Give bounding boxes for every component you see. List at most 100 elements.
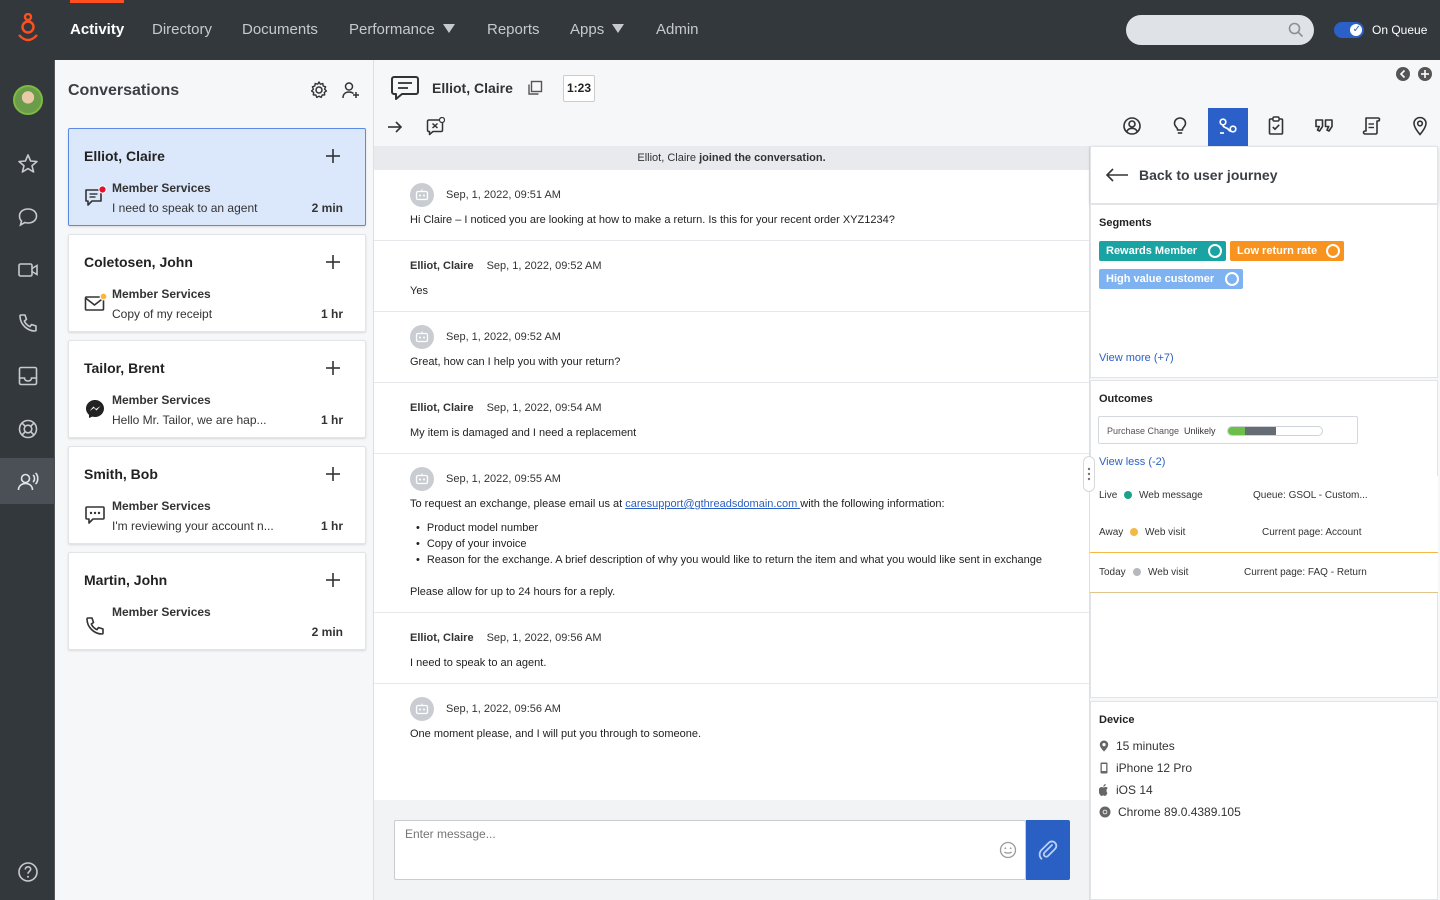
star-icon[interactable] xyxy=(16,152,40,176)
conversation-preview: I need to speak to an agent xyxy=(112,201,258,215)
message-text-post: with the following information: xyxy=(800,498,945,510)
chat-icon xyxy=(391,76,419,100)
plus-icon[interactable] xyxy=(324,571,342,589)
message-time: Sep, 1, 2022, 09:56 AM xyxy=(486,632,602,644)
journey-spacer xyxy=(1090,594,1438,698)
email-link[interactable]: caresupport@gthreadsdomain.com xyxy=(625,498,800,510)
attach-button[interactable] xyxy=(1026,820,1070,880)
nav-apps[interactable]: Apps xyxy=(570,0,625,60)
nav-activity[interactable]: Activity xyxy=(70,0,125,60)
pie-icon xyxy=(1208,244,1222,258)
message-compose-box[interactable] xyxy=(394,820,1026,880)
add-panel-icon[interactable] xyxy=(1418,67,1432,81)
collapse-left-icon[interactable] xyxy=(1396,67,1410,81)
compose-area xyxy=(374,800,1090,900)
event-detail: Queue: GSOL - Custom... xyxy=(1253,490,1368,501)
bot-avatar-icon xyxy=(410,325,434,349)
tab-clipboard-icon[interactable] xyxy=(1264,114,1288,138)
chat-message: Sep, 1, 2022, 09:56 AM One moment please… xyxy=(374,684,1089,754)
tab-lightbulb-icon[interactable] xyxy=(1168,114,1192,138)
outcome-card[interactable]: Purchase Change Unlikely xyxy=(1098,416,1358,444)
plus-icon[interactable] xyxy=(324,147,342,165)
event-type: Web message xyxy=(1139,490,1203,501)
conversation-card-smith-bob[interactable]: Smith, Bob Member Services I'm reviewing… xyxy=(68,446,366,544)
conversation-time: 1 hr xyxy=(320,307,343,321)
segment-label: Low return rate xyxy=(1237,245,1318,257)
help-icon[interactable] xyxy=(16,860,40,884)
message-time: Sep, 1, 2022, 09:51 AM xyxy=(446,189,561,201)
nav-reports[interactable]: Reports xyxy=(487,0,540,60)
status-dot xyxy=(1130,528,1138,536)
back-to-journey-row[interactable]: Back to user journey xyxy=(1090,146,1438,204)
gear-icon[interactable] xyxy=(309,80,329,100)
plus-icon[interactable] xyxy=(324,359,342,377)
nav-performance[interactable]: Performance xyxy=(349,0,455,60)
chevron-down-icon xyxy=(442,24,455,33)
message-time: Sep, 1, 2022, 09:52 AM xyxy=(486,260,602,272)
tab-script-icon[interactable] xyxy=(1360,114,1384,138)
view-more-link[interactable]: View more (+7) xyxy=(1099,352,1174,364)
back-to-journey-label: Back to user journey xyxy=(1139,167,1278,183)
tab-quote-icon[interactable] xyxy=(1312,114,1336,138)
on-queue-toggle[interactable]: ✓ xyxy=(1334,22,1364,38)
chat-bubble-icon[interactable] xyxy=(16,205,40,229)
nav-directory[interactable]: Directory xyxy=(152,0,212,60)
search-icon[interactable] xyxy=(1288,22,1304,38)
support-icon[interactable] xyxy=(16,417,40,441)
chat-message: Elliot, Claire Sep, 1, 2022, 09:56 AM I n… xyxy=(374,613,1089,684)
nav-documents[interactable]: Documents xyxy=(242,0,318,60)
search-input[interactable] xyxy=(1126,15,1314,45)
genesys-logo-icon[interactable] xyxy=(14,13,42,47)
tab-location-icon[interactable] xyxy=(1408,114,1432,138)
view-less-link[interactable]: View less (-2) xyxy=(1099,456,1165,468)
transfer-arrow-icon[interactable] xyxy=(386,119,404,135)
list-item: Copy of your invoice xyxy=(416,536,1053,552)
message-input[interactable] xyxy=(405,827,985,841)
message-text: Yes xyxy=(410,285,428,297)
device-section: Device 15 minutes iPhone 12 Pro iOS 14 C… xyxy=(1090,701,1438,900)
segment-chip[interactable]: High value customer xyxy=(1099,269,1243,289)
conversation-card-tailor-brent[interactable]: Tailor, Brent Member Services Hello Mr. … xyxy=(68,340,366,438)
end-chat-icon[interactable] xyxy=(425,117,445,137)
bot-avatar-icon xyxy=(410,697,434,721)
copy-icon[interactable] xyxy=(527,80,543,96)
agent-icon[interactable] xyxy=(16,470,40,494)
location-icon xyxy=(1099,740,1109,752)
message-text: Great, how can I help you with your retu… xyxy=(410,356,621,368)
journey-event-away[interactable]: Away Web visit Current page: Account xyxy=(1090,513,1438,553)
pie-icon xyxy=(1225,272,1239,286)
nav-admin[interactable]: Admin xyxy=(656,0,699,60)
segment-chip[interactable]: Rewards Member xyxy=(1099,241,1226,261)
plus-icon[interactable] xyxy=(324,465,342,483)
outcome-value: Unlikely xyxy=(1184,426,1216,436)
device-text: iOS 14 xyxy=(1116,783,1153,797)
chat-message: Elliot, Claire Sep, 1, 2022, 09:54 AM My … xyxy=(374,383,1089,454)
message-text-pre: To request an exchange, please email us … xyxy=(410,498,626,510)
journey-event-today[interactable]: Today Web visit Current page: FAQ - Retu… xyxy=(1090,553,1438,593)
conversation-time: 2 min xyxy=(311,625,343,639)
phone-icon[interactable] xyxy=(16,311,40,335)
chat-transcript[interactable]: Elliot, Claire joined the conversation. … xyxy=(374,146,1090,800)
arrow-left-icon[interactable] xyxy=(1105,167,1129,183)
conversation-card-martin-john[interactable]: Martin, John Member Services 2 min xyxy=(68,552,366,650)
outcome-label: Purchase Change xyxy=(1107,426,1180,436)
video-icon[interactable] xyxy=(16,258,40,282)
conversation-card-elliot-claire[interactable]: Elliot, Claire Member Services I need to… xyxy=(68,128,366,226)
apple-icon xyxy=(1099,784,1108,796)
tab-contact-icon[interactable] xyxy=(1120,114,1144,138)
journey-event-live[interactable]: Live Web message Queue: GSOL - Custom... xyxy=(1090,476,1438,516)
list-item: Reason for the exchange. A brief descrip… xyxy=(416,552,1053,568)
add-user-icon[interactable] xyxy=(341,80,361,100)
device-text: Chrome 89.0.4389.105 xyxy=(1118,805,1241,819)
emoji-icon[interactable] xyxy=(999,841,1017,859)
inbox-icon[interactable] xyxy=(16,364,40,388)
conversation-queue: Member Services xyxy=(112,181,211,195)
tab-journey-icon[interactable] xyxy=(1216,114,1240,138)
check-icon: ✓ xyxy=(1352,24,1361,35)
resize-handle[interactable] xyxy=(1083,456,1095,492)
plus-icon[interactable] xyxy=(324,253,342,271)
segment-chip[interactable]: Low return rate xyxy=(1230,241,1344,261)
top-navigation-bar: Activity Directory Documents Performance… xyxy=(0,0,1440,60)
conversation-card-coletosen-john[interactable]: Coletosen, John Member Services Copy of … xyxy=(68,234,366,332)
avatar[interactable] xyxy=(13,85,43,115)
